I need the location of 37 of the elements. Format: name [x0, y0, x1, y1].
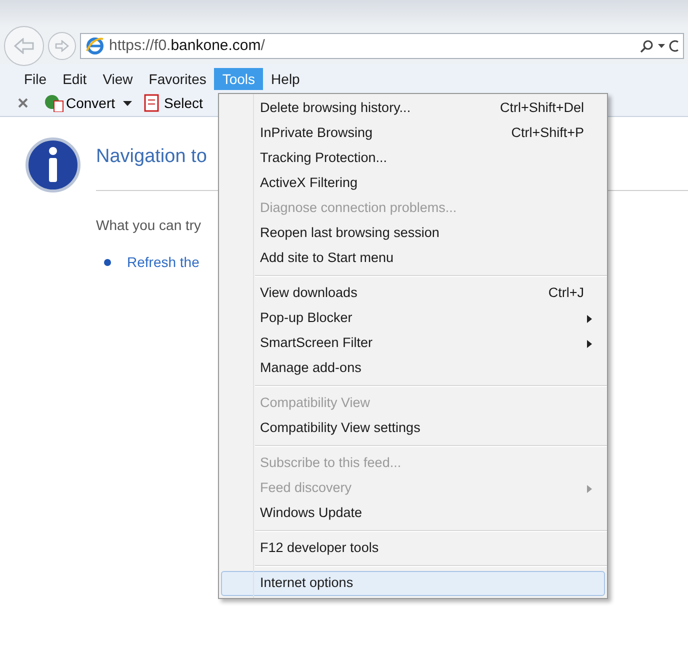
menu-item[interactable]: ActiveX Filtering: [221, 171, 605, 196]
page-title: Navigation to: [96, 145, 207, 169]
menu-item[interactable]: InPrivate Browsing Ctrl+Shift+P: [221, 121, 605, 146]
menu-item[interactable]: Tracking Protection...: [221, 146, 605, 171]
menu-item[interactable]: Reopen last browsing session: [221, 221, 605, 246]
refresh-link[interactable]: Refresh the: [127, 252, 200, 272]
menu-item[interactable]: Pop-up Blocker: [221, 306, 605, 331]
info-icon: [25, 137, 81, 193]
menu-bar-item[interactable]: Edit: [54, 68, 95, 90]
menu-item[interactable]: View downloads Ctrl+J: [221, 281, 605, 306]
menu-bar-item[interactable]: Favorites: [140, 68, 214, 90]
menu-item[interactable]: Delete browsing history... Ctrl+Shift+Del: [221, 96, 605, 121]
menu-item[interactable]: Compatibility View settings: [221, 416, 605, 441]
bullet-icon: [104, 258, 111, 266]
hint-text: What you can try: [96, 216, 202, 235]
pdf-document-icon: [144, 94, 162, 112]
convert-button[interactable]: Convert: [44, 92, 116, 114]
menu-bar-item[interactable]: File: [16, 68, 55, 90]
menu-item[interactable]: SmartScreen Filter: [221, 331, 605, 356]
back-arrow-icon: [14, 38, 34, 54]
menu-bar-item[interactable]: View: [94, 68, 141, 90]
select-button[interactable]: Select: [144, 92, 203, 114]
menu-item[interactable]: Manage add-ons: [221, 356, 605, 381]
url-text: https://f0.bankone.com/: [109, 36, 265, 56]
forward-arrow-icon: [55, 40, 69, 52]
menu-item[interactable]: F12 developer tools: [221, 536, 605, 561]
address-field[interactable]: https://f0.bankone.com/: [80, 33, 684, 59]
browser-logo-icon: [85, 36, 105, 56]
refresh-icon[interactable]: [669, 39, 679, 53]
dropdown-caret-icon[interactable]: [123, 100, 132, 106]
menu-item[interactable]: Windows Update: [221, 501, 605, 526]
menu-bar-item[interactable]: Help: [263, 68, 308, 90]
menu-item[interactable]: Internet options: [221, 571, 605, 596]
dropdown-caret-icon[interactable]: [658, 44, 665, 48]
close-icon[interactable]: [18, 98, 28, 108]
menu-item[interactable]: Add site to Start menu: [221, 246, 605, 271]
search-icon[interactable]: [640, 39, 654, 53]
